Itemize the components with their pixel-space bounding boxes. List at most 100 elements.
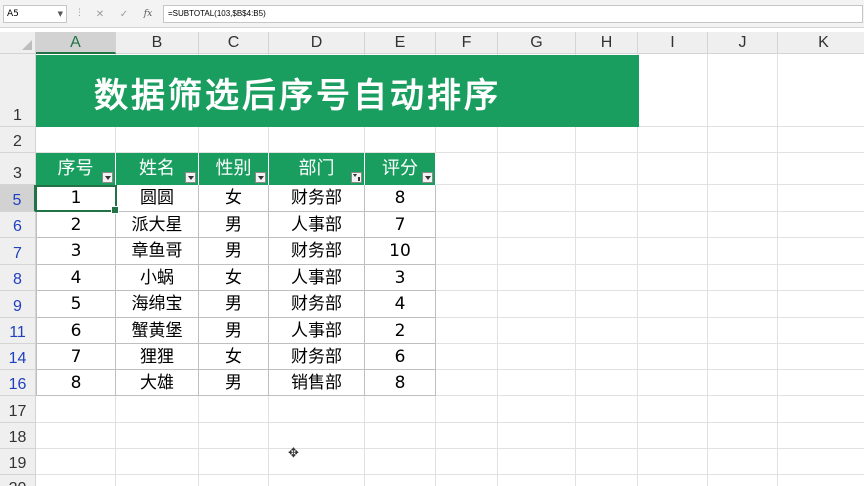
table-cell[interactable]: 海绵宝 [116, 291, 199, 318]
table-cell[interactable]: 销售部 [269, 370, 365, 396]
row-header-8[interactable]: 8 [0, 265, 36, 291]
name-box[interactable]: A5 ▼ [3, 5, 67, 23]
table-cell[interactable]: 圆圆 [116, 185, 199, 212]
table-cell[interactable]: 人事部 [269, 265, 365, 291]
fx-icon[interactable]: fx [144, 9, 152, 19]
gridline-vertical [777, 54, 778, 486]
table-cell[interactable]: 人事部 [269, 212, 365, 238]
table-cell[interactable]: 财务部 [269, 344, 365, 370]
table-header-cell: 性别 [199, 153, 269, 185]
column-header-i[interactable]: I [638, 32, 708, 54]
row-header-1[interactable]: 1 [0, 54, 36, 127]
table-cell[interactable]: 女 [199, 265, 269, 291]
table-cell[interactable]: 章鱼哥 [116, 238, 199, 265]
row-header-6[interactable]: 6 [0, 212, 36, 238]
table-cell[interactable]: 8 [365, 185, 436, 212]
gridline-horizontal [36, 474, 864, 475]
row-header-9[interactable]: 9 [0, 291, 36, 318]
table-cell[interactable]: 2 [36, 212, 116, 238]
gridline-horizontal [36, 422, 864, 423]
formula-buttons: ✕ ✓ fx [88, 5, 160, 23]
title-banner: 数据筛选后序号自动排序 [36, 55, 639, 127]
table-header-cell: 姓名 [116, 153, 199, 185]
row-header-2[interactable]: 2 [0, 127, 36, 153]
row-header-5[interactable]: 5 [0, 185, 36, 212]
table-cell[interactable]: 男 [199, 370, 269, 396]
column-header-k[interactable]: K [778, 32, 864, 54]
column-header-d[interactable]: D [269, 32, 365, 54]
column-header-e[interactable]: E [365, 32, 436, 54]
chevron-down-icon[interactable]: ▼ [58, 6, 63, 22]
table-header-label: 姓名 [139, 158, 175, 179]
table-cell[interactable]: 2 [365, 318, 436, 344]
table-cell[interactable]: 财务部 [269, 291, 365, 318]
table-header-label: 部门 [298, 158, 335, 179]
table-cell[interactable]: 财务部 [269, 185, 365, 212]
table-cell[interactable]: 男 [199, 318, 269, 344]
table-cell[interactable]: 狸狸 [116, 344, 199, 370]
column-header-g[interactable]: G [498, 32, 576, 54]
cell-cursor-icon: ✥ [288, 446, 299, 461]
page-title: 数据筛选后序号自动排序 [94, 76, 501, 116]
table-cell[interactable]: 8 [36, 370, 116, 396]
formula-input[interactable]: =SUBTOTAL(103,$B$4:B5) [163, 5, 863, 23]
table-header-cell: 部门 [269, 153, 365, 185]
filter-dropdown-icon[interactable] [255, 172, 266, 183]
table-header-label: 评分 [382, 158, 418, 179]
name-box-value: A5 [7, 9, 19, 19]
row-header-7[interactable]: 7 [0, 238, 36, 265]
select-all-corner[interactable] [0, 32, 36, 54]
row-header-16[interactable]: 16 [0, 370, 36, 396]
table-cell[interactable]: 3 [36, 238, 116, 265]
column-header-h[interactable]: H [576, 32, 638, 54]
table-header-cell: 序号 [36, 153, 116, 185]
row-header-19[interactable]: 19 [0, 449, 36, 475]
column-header-c[interactable]: C [199, 32, 269, 54]
gridline-vertical [707, 54, 708, 486]
column-header-a[interactable]: A [36, 32, 116, 54]
row-header-3[interactable]: 3 [0, 153, 36, 185]
column-header-j[interactable]: J [708, 32, 778, 54]
filter-dropdown-icon[interactable] [185, 172, 196, 183]
row-header-17[interactable]: 17 [0, 396, 36, 423]
grip-icon: ⋮ [75, 8, 84, 18]
table-cell[interactable]: 6 [365, 344, 436, 370]
table-cell[interactable]: 5 [36, 291, 116, 318]
table-cell[interactable]: 蟹黄堡 [116, 318, 199, 344]
table-cell[interactable]: 人事部 [269, 318, 365, 344]
table-cell[interactable]: 4 [36, 265, 116, 291]
filter-dropdown-icon[interactable] [422, 172, 433, 183]
table-header-label: 性别 [215, 158, 252, 179]
filter-dropdown-icon[interactable] [102, 172, 113, 183]
table-cell[interactable]: 大雄 [116, 370, 199, 396]
table-cell[interactable]: 3 [365, 265, 436, 291]
table-cell[interactable]: 7 [365, 212, 436, 238]
table-cell[interactable]: 男 [199, 238, 269, 265]
column-header-f[interactable]: F [436, 32, 498, 54]
row-header-20[interactable]: 20 [0, 475, 36, 486]
row-header-14[interactable]: 14 [0, 344, 36, 370]
table-cell[interactable]: 财务部 [269, 238, 365, 265]
check-icon[interactable]: ✓ [120, 9, 128, 20]
table-cell[interactable]: 女 [199, 185, 269, 212]
close-icon[interactable]: ✕ [96, 9, 104, 20]
table-cell[interactable]: 男 [199, 212, 269, 238]
table-cell[interactable]: 小蜗 [116, 265, 199, 291]
gridline-horizontal [36, 448, 864, 449]
table-header-cell: 评分 [365, 153, 436, 185]
table-cell[interactable]: 1 [36, 185, 116, 212]
table-cell[interactable]: 8 [365, 370, 436, 396]
table-cell[interactable]: 7 [36, 344, 116, 370]
table-cell[interactable]: 男 [199, 291, 269, 318]
table-cell[interactable]: 4 [365, 291, 436, 318]
table-header-label: 序号 [57, 158, 94, 179]
filter-active-icon[interactable] [351, 172, 362, 183]
column-header-b[interactable]: B [116, 32, 199, 54]
table-cell[interactable]: 6 [36, 318, 116, 344]
formula-bar: A5 ▼ ⋮ ✕ ✓ fx =SUBTOTAL(103,$B$4:B5) [0, 0, 864, 28]
row-header-18[interactable]: 18 [0, 423, 36, 449]
table-cell[interactable]: 派大星 [116, 212, 199, 238]
table-cell[interactable]: 10 [365, 238, 436, 265]
table-cell[interactable]: 女 [199, 344, 269, 370]
row-header-11[interactable]: 11 [0, 318, 36, 344]
